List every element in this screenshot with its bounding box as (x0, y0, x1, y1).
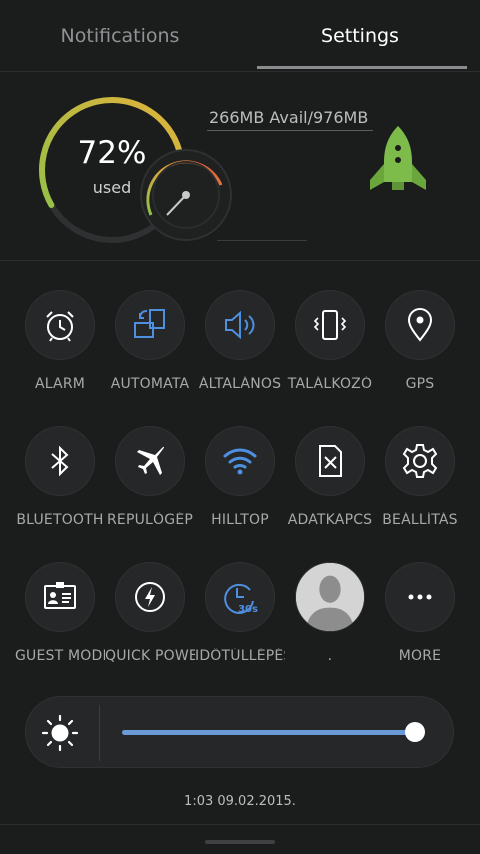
tile-screen-timeout[interactable]: 30s IDŐTÚLLÉPÉS (195, 562, 285, 686)
tile-wifi[interactable]: HILLTOP (195, 426, 285, 550)
tile-settings[interactable]: BEÁLLÍTÁS (375, 426, 465, 550)
wifi-icon (223, 448, 257, 475)
tile-label: HILLTOP (211, 512, 269, 528)
brightness-slider[interactable] (122, 722, 426, 742)
location-pin-icon (407, 308, 433, 342)
tile-label: QUICK POWER (105, 648, 195, 664)
brightness-sun-icon[interactable] (40, 713, 80, 753)
tile-sound-general[interactable]: ÁLTALÁNOS (195, 290, 285, 414)
tab-settings[interactable]: Settings (240, 0, 480, 72)
section-divider (0, 260, 480, 261)
rocket-boost-icon[interactable] (366, 124, 430, 196)
brightness-separator (99, 705, 100, 761)
alarm-clock-icon (46, 311, 74, 342)
tile-bluetooth[interactable]: BLUETOOTH (15, 426, 105, 550)
memory-divider-line (217, 240, 307, 241)
tile-label: REPÜLŐGÉP (106, 512, 194, 528)
id-card-icon (44, 582, 76, 609)
brightness-slider-fill (122, 730, 416, 735)
tile-user[interactable]: . (285, 562, 375, 686)
airplane-icon (137, 446, 165, 475)
tile-label: ALARM (34, 376, 86, 392)
sim-card-off-icon (319, 445, 342, 477)
tile-mobile-data[interactable]: ADATKAPCS (285, 426, 375, 550)
tile-label: TALÁLKOZÓ (287, 376, 373, 392)
tile-meeting[interactable]: TALÁLKOZÓ (285, 290, 375, 414)
brightness-slider-thumb[interactable] (405, 722, 426, 742)
bottom-divider (0, 824, 480, 825)
memory-used-label: used (92, 178, 132, 197)
drag-handle[interactable] (205, 840, 275, 844)
more-dots-icon (408, 594, 432, 600)
user-avatar-icon (296, 563, 364, 631)
tile-label: MORE (398, 648, 442, 664)
tile-guest-mode[interactable]: GUEST MODE (15, 562, 105, 686)
tile-label: GUEST MODE (15, 648, 105, 664)
tile-more[interactable]: MORE (375, 562, 465, 686)
tile-label: GPS (405, 376, 435, 392)
speaker-volume-icon (225, 310, 255, 340)
brightness-control (25, 696, 454, 768)
timeout-clock-icon: 30s (224, 583, 258, 615)
tile-label: BLUETOOTH (16, 512, 104, 528)
status-datetime: 1:03 09.02.2015. (184, 794, 296, 809)
vibrate-phone-icon (313, 310, 347, 340)
tile-label: . (327, 648, 333, 664)
top-tabs: Notifications Settings (0, 0, 480, 72)
auto-rotate-icon (134, 309, 165, 338)
tile-label: IDŐTÚLLÉPÉS (195, 648, 285, 664)
bluetooth-icon (51, 445, 69, 477)
active-tab-indicator (257, 66, 467, 69)
gear-icon (402, 444, 438, 478)
tile-label: BEÁLLÍTÁS (382, 512, 458, 528)
tile-quick-power[interactable]: QUICK POWER (105, 562, 195, 686)
tile-gps[interactable]: GPS (375, 290, 465, 414)
memory-underline (207, 130, 373, 131)
tile-label: ADATKAPCS (287, 512, 373, 528)
tile-label: AUTOMATA (110, 376, 190, 392)
tile-alarm[interactable]: ALARM (15, 290, 105, 414)
tile-airplane[interactable]: REPÜLŐGÉP (105, 426, 195, 550)
power-bolt-icon (135, 582, 165, 612)
tab-notifications[interactable]: Notifications (0, 0, 240, 72)
memory-available-text: 266MB Avail/976MB (209, 108, 369, 127)
memory-used-percent: 72% (77, 135, 147, 171)
memory-booster-panel[interactable]: 72% used 266MB Avail/976MB (0, 72, 480, 260)
timeout-badge: 30s (238, 604, 258, 615)
tile-auto-rotate[interactable]: AUTOMATA (105, 290, 195, 414)
tile-label: ÁLTALÁNOS (198, 376, 282, 392)
